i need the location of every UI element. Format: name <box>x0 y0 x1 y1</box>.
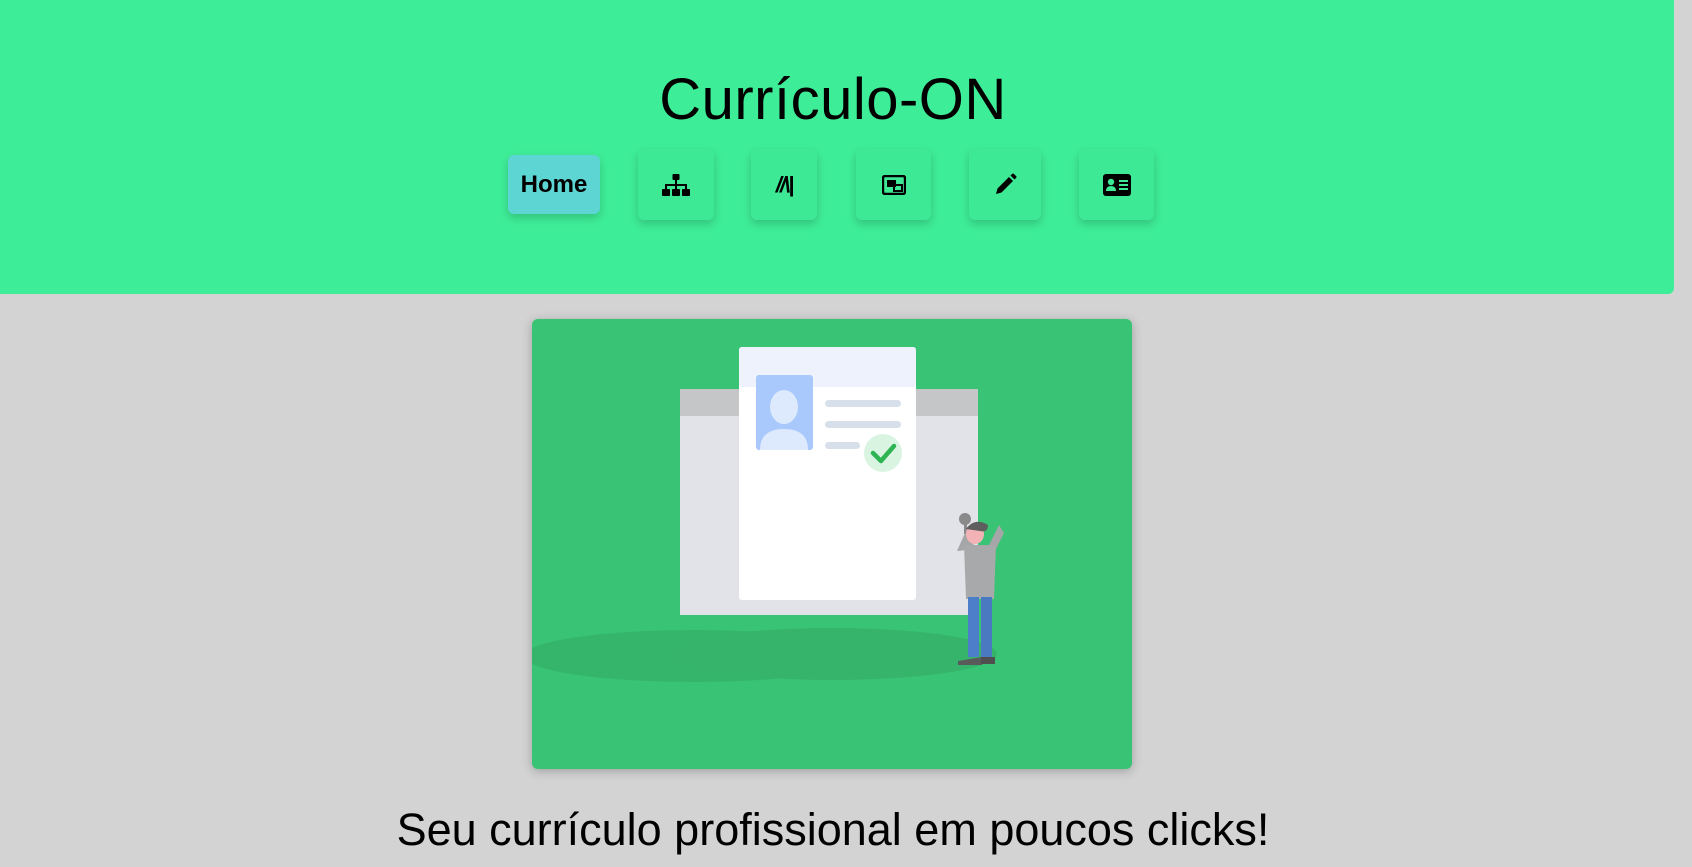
tagline: Seu currículo profissional em poucos cli… <box>396 804 1270 855</box>
hero-card <box>532 319 1132 769</box>
site-title: Currículo-ON <box>659 67 1007 132</box>
nav-contact-button[interactable] <box>1079 149 1154 220</box>
pencil-icon <box>996 173 1017 194</box>
book-slash-icon: //\| <box>775 171 794 197</box>
nav-portfolio-button[interactable] <box>856 149 931 220</box>
nav-edit-button[interactable] <box>969 149 1041 220</box>
nav-library-button[interactable]: //\| <box>751 149 817 220</box>
nav-sitemap-button[interactable] <box>638 149 714 220</box>
sitemap-icon <box>662 173 690 196</box>
nav-home-label: Home <box>520 170 588 198</box>
nav-home-button[interactable]: Home <box>508 155 600 214</box>
header: Currículo-ON Home //\| <box>0 0 1674 294</box>
portrait-icon <box>881 174 906 195</box>
id-card-icon <box>1102 173 1131 196</box>
resume-illustration <box>532 347 1004 682</box>
